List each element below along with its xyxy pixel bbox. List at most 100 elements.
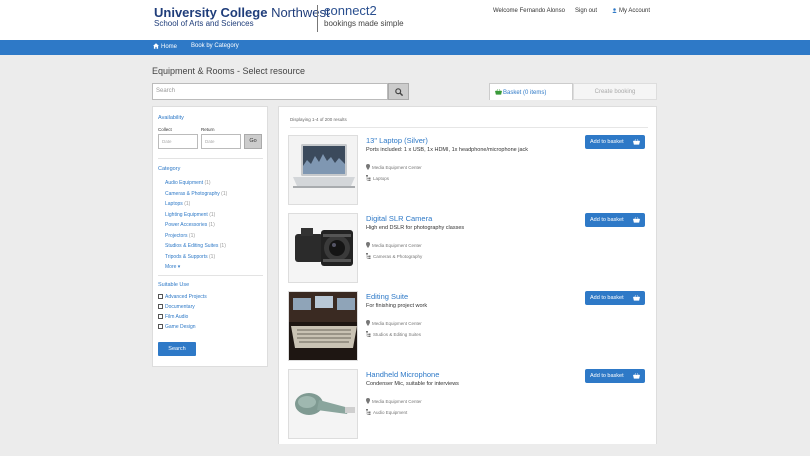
- results-panel: Displaying 1-4 of 200 results 13" Laptop…: [278, 106, 657, 444]
- category-item[interactable]: Studios & Editing Suites (1): [165, 243, 226, 249]
- item-title-link[interactable]: 13" Laptop (Silver): [366, 136, 428, 145]
- category-count: (1): [184, 201, 191, 207]
- nav-home-label: Home: [161, 44, 178, 50]
- suitable-use-label: Film Audio: [165, 314, 189, 320]
- nav-book-by-category[interactable]: Book by Category: [191, 43, 239, 49]
- sign-out-link[interactable]: Sign out: [575, 8, 597, 14]
- sidebar-divider: [158, 158, 263, 159]
- more-categories-link[interactable]: More ▾: [165, 264, 180, 270]
- category-item[interactable]: Projectors (1): [165, 233, 195, 239]
- camera-thumbnail[interactable]: [288, 213, 358, 283]
- result-item: Editing Suite For finishing project work…: [288, 291, 650, 363]
- item-location-text: Media Equipment Center: [372, 165, 422, 170]
- return-label: Return: [201, 127, 215, 132]
- tab-create-booking[interactable]: Create booking: [573, 83, 657, 100]
- item-title-link[interactable]: Editing Suite: [366, 292, 408, 301]
- item-location-text: Media Equipment Center: [372, 321, 422, 326]
- sidebar-search-button[interactable]: Search: [158, 342, 196, 356]
- category-name: Projectors: [165, 233, 188, 239]
- category-tree-icon: [366, 331, 371, 337]
- add-to-basket-button[interactable]: Add to basket: [585, 213, 645, 227]
- microphone-thumbnail[interactable]: [288, 369, 358, 439]
- item-category: Laptops: [366, 175, 389, 181]
- tab-basket[interactable]: Basket (0 items): [489, 83, 573, 100]
- page: University College Northwest School of A…: [0, 0, 810, 456]
- checkbox[interactable]: [158, 314, 163, 319]
- filter-sidebar: Availability Collect Return Date Date Go…: [152, 106, 268, 367]
- basket-icon: [633, 373, 640, 379]
- collect-date-input[interactable]: Date: [158, 134, 198, 149]
- suitable-use-label: Documentary: [165, 304, 195, 310]
- suitable-use-option[interactable]: Film Audio: [158, 314, 188, 320]
- camera-image: [289, 214, 357, 282]
- suitable-use-option[interactable]: Game Design: [158, 324, 196, 330]
- microphone-image: [289, 370, 357, 438]
- checkbox[interactable]: [158, 324, 163, 329]
- suitable-use-option[interactable]: Documentary: [158, 304, 195, 310]
- category-name: Power Accessories: [165, 222, 208, 228]
- add-to-basket-label: Add to basket: [590, 217, 624, 223]
- brand-subtitle: School of Arts and Sciences: [154, 19, 254, 28]
- add-to-basket-button[interactable]: Add to basket: [585, 369, 645, 383]
- suitable-use-label: Advanced Projects: [165, 294, 207, 300]
- category-count: (1): [221, 191, 228, 197]
- item-location-text: Media Equipment Center: [372, 243, 422, 248]
- item-category-text: Laptops: [373, 176, 390, 181]
- suitable-use-option[interactable]: Advanced Projects: [158, 294, 207, 300]
- basket-icon: [633, 139, 640, 145]
- category-tree-icon: [366, 175, 371, 181]
- item-category-text: Cameras & Photography: [373, 254, 423, 259]
- item-location: Media Equipment Center: [366, 242, 422, 248]
- item-location: Media Equipment Center: [366, 398, 422, 404]
- sidebar-divider: [158, 275, 263, 276]
- collect-label: Collect: [158, 127, 172, 132]
- connect2-tagline: bookings made simple: [324, 19, 404, 28]
- add-to-basket-button[interactable]: Add to basket: [585, 135, 645, 149]
- laptop-thumbnail[interactable]: [288, 135, 358, 205]
- item-description: For finishing project work: [366, 303, 428, 309]
- add-to-basket-label: Add to basket: [590, 139, 624, 145]
- category-item[interactable]: Laptops (1): [165, 201, 190, 207]
- item-location: Media Equipment Center: [366, 164, 422, 170]
- tab-basket-label: Basket (0 items): [503, 90, 547, 96]
- category-name: Tripods & Supports: [165, 254, 208, 260]
- category-item[interactable]: Tripods & Supports (1): [165, 254, 215, 260]
- item-title-link[interactable]: Handheld Microphone: [366, 370, 439, 379]
- item-title-link[interactable]: Digital SLR Camera: [366, 214, 432, 223]
- search-button[interactable]: [388, 83, 409, 100]
- item-category-text: Audio Equipment: [373, 410, 408, 415]
- nav-home[interactable]: Home: [153, 43, 177, 50]
- connect2-logo[interactable]: connect2: [324, 3, 377, 18]
- return-date-input[interactable]: Date: [201, 134, 241, 149]
- my-account-link[interactable]: My Account: [612, 8, 650, 14]
- university-logo[interactable]: University College Northwest: [154, 5, 330, 20]
- category-item[interactable]: Lighting Equipment (1): [165, 212, 215, 218]
- category-name: Laptops: [165, 201, 183, 207]
- top-header: University College Northwest School of A…: [0, 0, 810, 40]
- basket-icon: [633, 295, 640, 301]
- laptop-image: [289, 136, 357, 204]
- category-count: (1): [204, 180, 211, 186]
- editing-suite-thumbnail[interactable]: [288, 291, 358, 361]
- category-item[interactable]: Cameras & Photography (1): [165, 191, 227, 197]
- item-category-text: Studios & Editing Suites: [373, 332, 422, 337]
- category-name: Cameras & Photography: [165, 191, 220, 197]
- go-button[interactable]: Go: [244, 134, 262, 149]
- category-name: Audio Equipment: [165, 180, 204, 186]
- search-input[interactable]: Search: [152, 83, 388, 100]
- category-item[interactable]: Audio Equipment (1): [165, 180, 211, 186]
- checkbox[interactable]: [158, 294, 163, 299]
- item-location-text: Media Equipment Center: [372, 399, 422, 404]
- category-count: (1): [219, 243, 226, 249]
- category-count: (1): [188, 233, 196, 239]
- category-item[interactable]: Power Accessories (1): [165, 222, 215, 228]
- checkbox[interactable]: [158, 304, 163, 309]
- add-to-basket-label: Add to basket: [590, 373, 624, 379]
- basket-icon: [633, 217, 640, 223]
- item-category: Cameras & Photography: [366, 253, 422, 259]
- basket-icon: [495, 89, 502, 95]
- map-pin-icon: [366, 242, 370, 248]
- home-icon: [153, 43, 159, 49]
- add-to-basket-button[interactable]: Add to basket: [585, 291, 645, 305]
- category-name: Studios & Editing Suites: [165, 243, 219, 249]
